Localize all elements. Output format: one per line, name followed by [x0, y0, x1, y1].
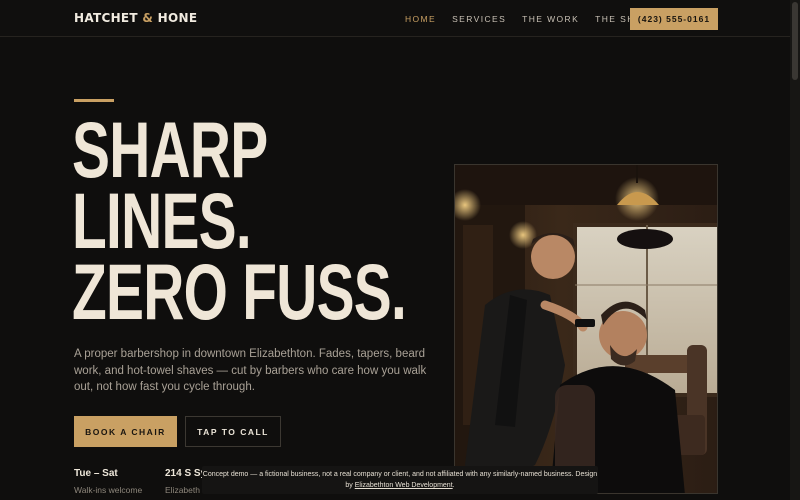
brand-name-part2: HONE — [157, 11, 198, 25]
hours-block: Tue – Sat Walk-ins welcome — [74, 468, 142, 495]
nav-item-the-work[interactable]: THE WORK — [522, 14, 579, 24]
hours-subtitle: Walk-ins welcome — [74, 485, 143, 495]
notice-link[interactable]: Elizabethton Web Development — [355, 482, 453, 489]
brand-ampersand: & — [142, 11, 154, 25]
brand-name-part1: HATCHET — [74, 11, 138, 25]
barber-photo-illustration — [455, 165, 717, 493]
accent-divider — [74, 99, 114, 102]
address-subtitle: Elizabeth — [165, 485, 200, 495]
top-nav: HATCHET & HONE HOME SERVICES THE WORK TH… — [0, 0, 790, 37]
concept-demo-notice: Concept demo — a fictional business, not… — [202, 466, 598, 494]
notice-text-end: . — [452, 482, 455, 489]
brand-logo[interactable]: HATCHET & HONE — [74, 11, 197, 25]
hours-title: Tue – Sat — [74, 468, 118, 479]
scrollbar[interactable] — [790, 0, 800, 500]
address-block: 214 S Sy Elizabeth — [165, 468, 206, 495]
hero-headline: SHARP LINES. ZERO FUSS. — [72, 105, 407, 336]
nav-item-home[interactable]: HOME — [405, 14, 436, 24]
headline-line-1: SHARP — [72, 105, 268, 194]
nav-item-services[interactable]: SERVICES — [452, 14, 506, 24]
address-title: 214 S Sy — [165, 468, 207, 479]
phone-button[interactable]: (423) 555-0161 — [630, 8, 718, 30]
nav-links: HOME SERVICES THE WORK THE SHOP — [405, 14, 666, 24]
hero-photo-barber — [454, 164, 718, 494]
headline-line-3: ZERO FUSS. — [72, 247, 407, 336]
book-a-chair-button[interactable]: BOOK A CHAIR — [74, 416, 177, 447]
headline-line-2: LINES. — [72, 176, 252, 265]
scrollbar-thumb[interactable] — [792, 2, 798, 80]
hero-lede: A proper barbershop in downtown Elizabet… — [74, 348, 427, 393]
tap-to-call-button[interactable]: TAP TO CALL — [185, 416, 281, 447]
